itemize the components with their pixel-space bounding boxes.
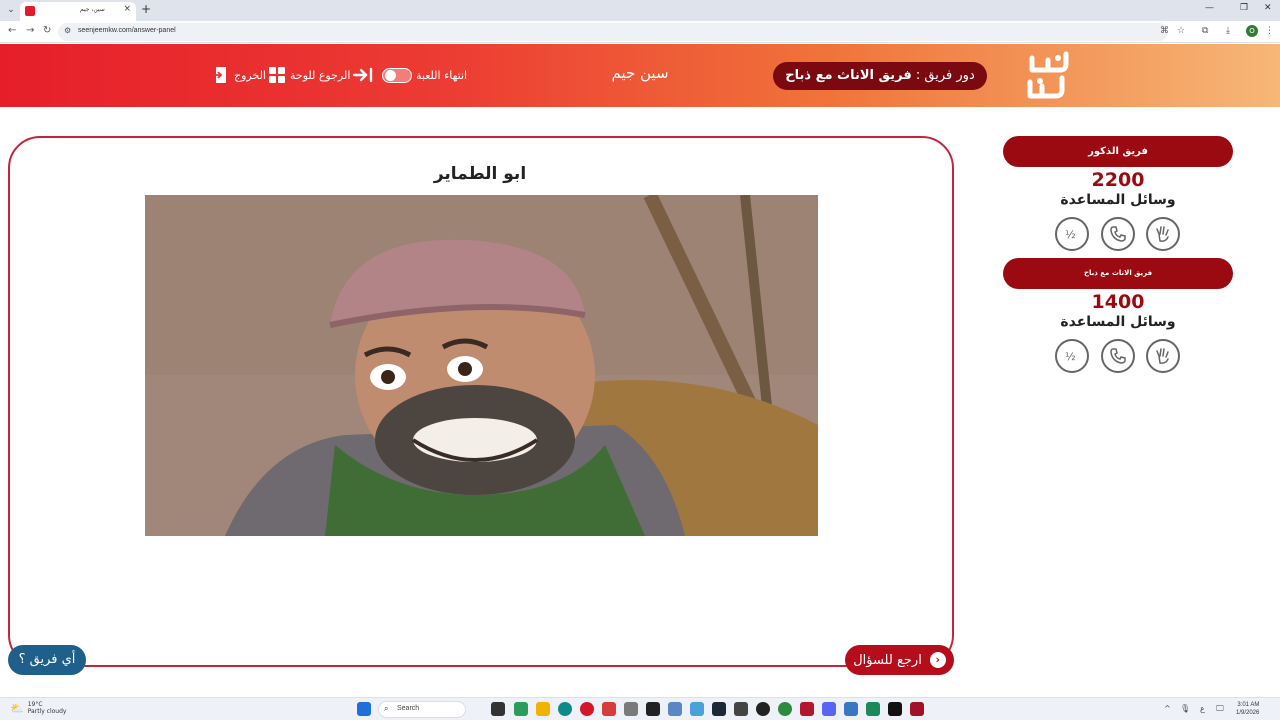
app-icon[interactable] [602, 702, 616, 716]
back-to-question-button[interactable]: ‹ ارجع للسؤال [845, 645, 954, 675]
url-text: seenjeemkw.com/answer-panel [78, 27, 176, 34]
team-1-aids-label: وسائل المساعدة [1060, 192, 1176, 208]
chevron-left-icon: ‹ [929, 652, 946, 668]
new-tab-button[interactable]: + [141, 2, 151, 16]
toggle-knob [385, 69, 396, 81]
exit-door-icon [213, 67, 226, 83]
clock-date: 1/9/2026 [1236, 710, 1260, 716]
translate-icon[interactable]: ⌘ [1160, 26, 1169, 36]
logo-icon [1027, 51, 1069, 99]
opera-icon[interactable] [580, 702, 594, 716]
app-icon[interactable] [734, 702, 748, 716]
tray-chevron-icon[interactable]: ^ [1164, 704, 1171, 713]
svg-text:½: ½ [1065, 228, 1076, 241]
app-icon[interactable] [646, 702, 660, 716]
team-2-aids-label: وسائل المساعدة [1060, 314, 1176, 330]
exit-button[interactable]: الخروج [212, 65, 266, 85]
hand-icon[interactable] [1146, 339, 1180, 373]
team-2-name: فريق الاناث مع ذباح [1003, 258, 1233, 289]
current-turn-badge: دور فريق : فريق الاناث مع ذباح [773, 62, 987, 90]
svg-text:½: ½ [1065, 350, 1076, 363]
app-icon[interactable] [756, 702, 770, 716]
app-header: دور فريق : فريق الاناث مع ذباح سين جيم ا… [0, 44, 1280, 107]
weather-desc: Partly cloudy [27, 708, 67, 715]
which-team-button[interactable]: أي فريق ؟ [8, 645, 86, 675]
call-friend-icon[interactable] [1101, 339, 1135, 373]
site-info-icon[interactable]: ⚙ [64, 26, 71, 35]
taskbar-search-placeholder: Search [397, 705, 420, 712]
tab-search-icon[interactable]: ⌄ [4, 3, 18, 17]
restore-icon[interactable]: ❐ [1240, 3, 1248, 13]
file-explorer-icon[interactable] [536, 702, 550, 716]
bookmark-star-icon[interactable]: ☆ [1177, 26, 1185, 36]
weather-temp: 19°C [27, 701, 43, 708]
chrome-icon[interactable] [778, 702, 792, 716]
reload-icon[interactable]: ↻ [43, 25, 51, 36]
arrow-in-icon [352, 67, 373, 83]
windows-taskbar: ⛅ 19°C Partly cloudy ⌕ Search ^ 🎙 ع 🖵 3:… [0, 697, 1280, 720]
hand-icon[interactable] [1146, 217, 1180, 251]
end-game-toggle[interactable] [382, 67, 412, 83]
two-answers-icon[interactable]: ½ [1055, 217, 1089, 251]
back-icon[interactable]: ← [8, 25, 16, 36]
back-to-board-label: الرجوع للوحة [290, 68, 351, 82]
discord-icon[interactable] [822, 702, 836, 716]
character-photo-icon [145, 195, 818, 536]
calculator-icon[interactable] [668, 702, 682, 716]
end-game-control[interactable]: انتهاء اللعبة [382, 65, 467, 85]
exit-label: الخروج [234, 68, 266, 82]
app-icon[interactable] [844, 702, 858, 716]
partly-cloudy-icon: ⛅ [10, 701, 24, 715]
task-view-icon[interactable] [491, 702, 505, 716]
team-1-name: فريق الذكور [1003, 136, 1233, 167]
close-tab-icon[interactable]: × [123, 4, 131, 14]
app-icon[interactable] [624, 702, 638, 716]
extensions-icon[interactable]: ⧉ [1202, 26, 1208, 36]
menu-icon[interactable]: ⋮ [1265, 26, 1274, 36]
address-input[interactable]: ⚙ seenjeemkw.com/answer-panel [58, 23, 1168, 41]
answer-title: ابو الطماير [433, 164, 527, 184]
board-link[interactable]: الرجوع للوحة [268, 65, 350, 85]
site-favicon-icon [25, 6, 35, 16]
close-window-icon[interactable]: ✕ [1264, 3, 1272, 13]
network-icon[interactable]: 🖵 [1216, 704, 1224, 714]
app-icon[interactable] [866, 702, 880, 716]
app-icon[interactable] [800, 702, 814, 716]
language-icon[interactable]: ع [1200, 704, 1205, 713]
browser-tab[interactable]: سين، جيم × [20, 2, 136, 21]
tab-title: سين، جيم [80, 6, 105, 13]
forward-icon[interactable]: → [26, 25, 34, 36]
edge-icon[interactable] [558, 702, 572, 716]
steam-icon[interactable] [712, 702, 726, 716]
app-icon[interactable] [514, 702, 528, 716]
answer-image [145, 195, 818, 536]
app-name: سين جيم [611, 64, 669, 82]
profile-avatar[interactable]: O [1246, 25, 1258, 37]
system-clock[interactable]: 3:01 AM 1/9/2026 [1236, 701, 1259, 717]
photos-icon[interactable] [690, 702, 704, 716]
clock-time: 3:01 AM [1237, 702, 1260, 708]
address-bar-row: ← → ↻ ⚙ seenjeemkw.com/answer-panel ⌘ ☆ … [0, 21, 1280, 43]
back-to-board-button[interactable] [352, 65, 374, 85]
turn-team-name: فريق الاناث مع ذباح [785, 68, 912, 83]
downloads-icon[interactable]: ⤓ [1226, 26, 1230, 36]
team-1-score: 2200 [1091, 169, 1145, 191]
call-friend-icon[interactable] [1101, 217, 1135, 251]
minimize-icon[interactable]: — [1205, 3, 1214, 13]
mic-icon[interactable]: 🎙 [1180, 704, 1190, 713]
end-game-label: انتهاء اللعبة [416, 68, 468, 82]
grid-icon [269, 67, 285, 83]
start-icon[interactable] [357, 702, 371, 716]
turn-prefix: دور فريق : [915, 68, 975, 83]
weather-widget[interactable]: ⛅ 19°C Partly cloudy [10, 701, 66, 715]
search-icon: ⌕ [384, 704, 389, 713]
two-answers-icon[interactable]: ½ [1055, 339, 1089, 373]
app-icon[interactable] [910, 702, 924, 716]
answer-panel: ابو الطماير [8, 136, 954, 667]
taskbar-search-input[interactable]: ⌕ Search [378, 701, 466, 718]
team-2-score: 1400 [1091, 291, 1145, 313]
back-to-question-label: ارجع للسؤال [853, 652, 922, 668]
app-icon[interactable] [888, 702, 902, 716]
browser-tabstrip: ⌄ سين، جيم × + — ❐ ✕ [0, 0, 1280, 21]
